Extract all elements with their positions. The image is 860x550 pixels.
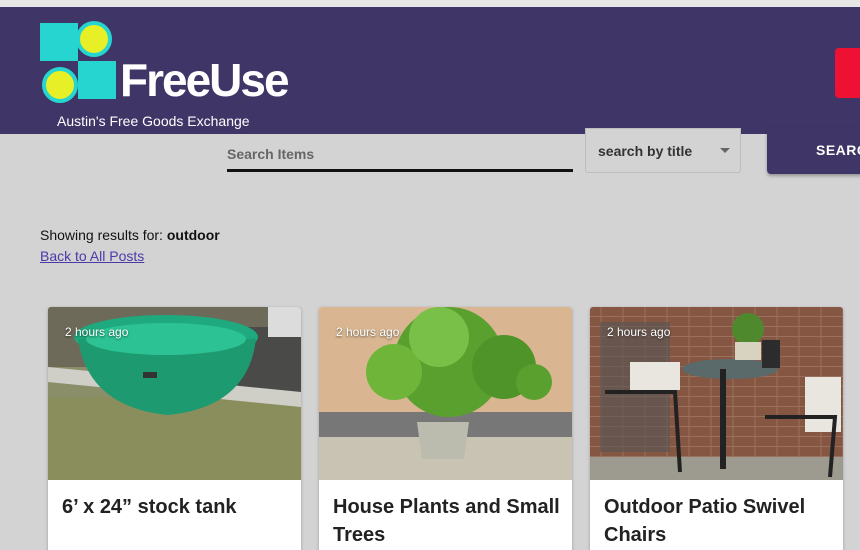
results-summary: Showing results for: outdoor [40,227,220,243]
search-input[interactable]: Search Items [227,138,573,172]
logo-square-icon [78,61,116,99]
post-time: 2 hours ago [607,325,671,339]
logo-circle-icon [76,21,112,57]
logo-circle-icon [42,67,78,103]
post-time: 2 hours ago [336,325,400,339]
post-title[interactable]: 6’ x 24” stock tank [62,493,292,521]
logo-text: FreeUse [120,54,290,106]
post-card[interactable]: 2 hours ago 6’ x 24” stock tank [48,307,301,550]
post-title[interactable]: House Plants and Small Trees [333,493,563,549]
search-placeholder: Search Items [227,146,315,162]
freeuse-logo[interactable]: FreeUse [40,21,290,113]
logo-square-icon [40,23,78,61]
post-time: 2 hours ago [65,325,129,339]
back-to-all-posts-link[interactable]: Back to All Posts [40,248,144,264]
post-card[interactable]: 2 hours ago House Plants and Small Trees [319,307,572,550]
post-card[interactable]: 2 hours ago Outdoor Patio Swivel Chairs [590,307,843,550]
results-prefix: Showing results for: [40,227,167,243]
search-type-value: search by title [598,143,693,159]
search-button[interactable]: SEARCH [767,128,860,174]
site-header: FreeUse Austin's Free Goods Exchange [0,7,860,134]
post-title[interactable]: Outdoor Patio Swivel Chairs [604,493,834,549]
header-action-button[interactable] [835,48,860,98]
potted-tree-image: 2 hours ago [319,307,572,480]
browser-top-strip [0,0,860,7]
search-type-select[interactable]: search by title [585,128,741,173]
patio-chairs-image: 2 hours ago [590,307,843,480]
search-button-label: SEARCH [816,142,860,158]
site-tagline: Austin's Free Goods Exchange [57,113,250,129]
stock-tank-image: 2 hours ago [48,307,301,480]
results-query: outdoor [166,227,220,243]
caret-down-icon [720,148,730,153]
